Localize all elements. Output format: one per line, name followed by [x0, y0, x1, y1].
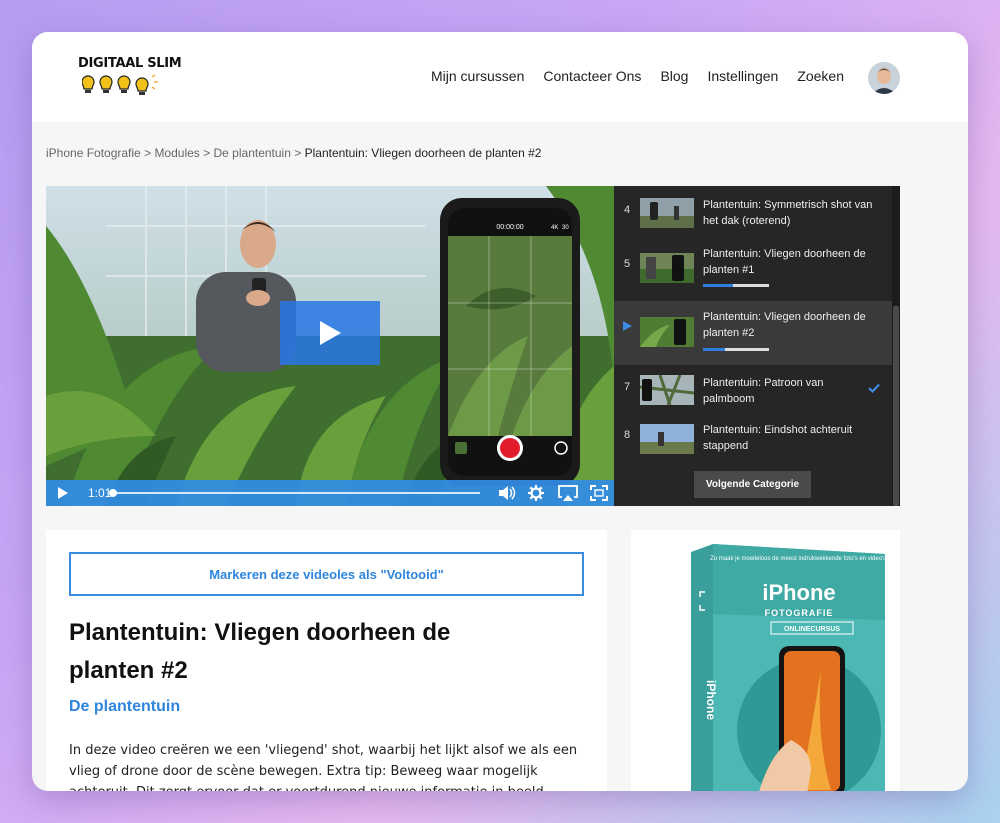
playlist-item-title: Plantentuin: Patroon van palmboom [703, 377, 824, 405]
course-box-image: Zo maak je moeiteloos de meest indrukwek… [691, 544, 888, 791]
phone-fps: 30 [562, 225, 569, 231]
playlist-progress-fill [703, 348, 725, 351]
current-time: 1:01 [88, 486, 112, 500]
main-nav: Mijn cursussen Contacteer Ons Blog Inste… [412, 68, 844, 84]
playlist-thumbnail [640, 317, 694, 347]
lesson-playlist: 4 Plantentuin: Symmetrisch shot van het … [614, 186, 900, 506]
playlist-item-title: Plantentuin: Symmetrisch shot van het da… [703, 199, 873, 227]
playlist-item-title: Plantentuin: Eindshot achteruit stappend [703, 424, 853, 452]
phone-timer: 00:00:00 [496, 224, 523, 231]
lesson-content: Markeren deze videoles als "Voltooid" Pl… [46, 530, 607, 791]
browser-window: DIGITAAL SLIM Mijn cursussen Contacteer … [32, 32, 968, 791]
airplay-icon[interactable] [558, 485, 578, 501]
fullscreen-icon[interactable] [590, 485, 608, 501]
breadcrumb-separator: > [144, 146, 152, 160]
playlist-scrollbar[interactable] [892, 186, 900, 506]
course-promo-card[interactable]: Zo maak je moeiteloos de meest indrukwek… [631, 530, 900, 791]
play-icon [320, 321, 341, 345]
playlist-thumbnail [640, 198, 694, 228]
check-icon [868, 383, 880, 393]
play-icon[interactable] [56, 485, 70, 501]
breadcrumb-link-modules[interactable]: Modules [154, 146, 199, 160]
volume-icon[interactable] [498, 485, 516, 501]
lesson-category-link[interactable]: De plantentuin [69, 698, 180, 716]
playlist-progress-fill [703, 284, 733, 287]
progress-scrubber[interactable] [109, 489, 480, 497]
nav-blog[interactable]: Blog [660, 68, 688, 84]
playlist-item[interactable]: 5 Plantentuin: Vliegen doorheen de plant… [614, 246, 892, 302]
promo-spine-text: iPhone [704, 680, 718, 720]
playlist-item-number: 5 [624, 258, 631, 270]
promo-brand: iPhone [762, 580, 835, 605]
playlist-item[interactable]: 4 Plantentuin: Symmetrisch shot van het … [614, 190, 892, 246]
playlist-thumbnail [640, 253, 694, 283]
breadcrumb-link-course[interactable]: iPhone Fotografie [46, 146, 141, 160]
video-player[interactable]: 00:00:00 4K 30 1:01 [46, 186, 614, 506]
playlist-item-number: 4 [624, 204, 631, 216]
promo-tagline: Zo maak je moeiteloos de meest indrukwek… [710, 556, 888, 562]
playlist-progress-bar [703, 348, 769, 351]
playlist-item-number: 7 [624, 381, 631, 393]
breadcrumb-separator: > [203, 146, 211, 160]
scrubber-knob[interactable] [109, 489, 117, 497]
lightbulb-icon [82, 74, 158, 95]
mark-complete-button[interactable]: Markeren deze videoles als "Voltooid" [69, 552, 584, 596]
promo-subtitle: FOTOGRAFIE [765, 608, 834, 618]
video-controls: 1:01 [46, 480, 614, 506]
avatar[interactable] [868, 62, 900, 94]
playlist-item[interactable]: 8 Plantentuin: Eindshot achteruit stappe… [614, 418, 892, 474]
breadcrumb: iPhone Fotografie > Modules > De planten… [46, 146, 541, 160]
playlist-item-title: Plantentuin: Vliegen doorheen de planten… [703, 311, 866, 339]
playlist-item[interactable]: 7 Plantentuin: Patroon van palmboom [614, 369, 892, 425]
lesson-description: In deze video creëren we een 'vliegend' … [69, 743, 578, 791]
nav-contact[interactable]: Contacteer Ons [543, 68, 641, 84]
playlist-item-number: 8 [624, 429, 631, 441]
playlist-thumbnail [640, 424, 694, 454]
nav-settings[interactable]: Instellingen [707, 68, 778, 84]
breadcrumb-separator: > [294, 146, 302, 160]
breadcrumb-link-module[interactable]: De plantentuin [214, 146, 291, 160]
logo-text: DIGITAAL SLIM [78, 56, 182, 71]
promo-badge: ONLINECURSUS [784, 626, 840, 633]
playlist-progress-bar [703, 284, 769, 287]
site-header: DIGITAAL SLIM Mijn cursussen Contacteer … [32, 32, 968, 122]
play-indicator-icon [623, 321, 632, 331]
breadcrumb-current: Plantentuin: Vliegen doorheen de planten… [304, 146, 542, 160]
play-overlay-button[interactable] [280, 301, 380, 365]
next-category-button[interactable]: Volgende Categorie [694, 471, 811, 498]
playlist-item-title: Plantentuin: Vliegen doorheen de planten… [703, 248, 866, 276]
phone-resolution: 4K [551, 225, 558, 231]
nav-search[interactable]: Zoeken [797, 68, 844, 84]
playlist-item-active[interactable]: Plantentuin: Vliegen doorheen de planten… [614, 301, 892, 365]
scrollbar-thumb[interactable] [893, 306, 899, 506]
site-logo[interactable]: DIGITAAL SLIM [78, 56, 182, 98]
lesson-title: Plantentuin: Vliegen doorheen de planten… [69, 619, 451, 684]
settings-icon[interactable] [528, 485, 544, 501]
playlist-thumbnail [640, 375, 694, 405]
nav-my-courses[interactable]: Mijn cursussen [431, 68, 524, 84]
